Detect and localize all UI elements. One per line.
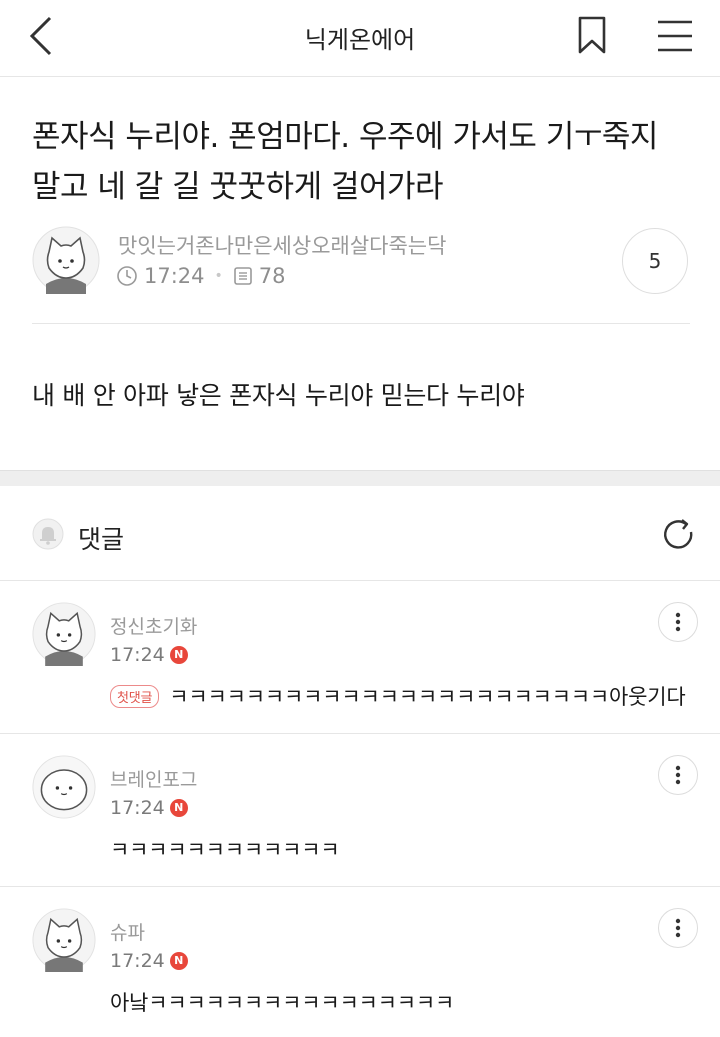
new-badge: N (169, 952, 188, 970)
new-badge: N (169, 646, 188, 664)
first-comment-badge: 첫댓글 (110, 684, 160, 708)
bookmark-button[interactable] (570, 12, 614, 58)
top-bar: 닉게온에어 (0, 0, 720, 77)
comment-body: 아낰ㅋㅋㅋㅋㅋㅋㅋㅋㅋㅋㅋㅋㅋㅋㅋㅋ (110, 991, 455, 1015)
comment-body: ㅋㅋㅋㅋㅋㅋㅋㅋㅋㅋㅋㅋ (110, 838, 340, 862)
refresh-icon (664, 519, 693, 549)
new-badge: N (169, 799, 188, 817)
round-face-avatar-icon (32, 755, 96, 819)
author-avatar[interactable] (32, 226, 100, 294)
cat-avatar-icon (32, 602, 96, 666)
post-title: 폰자식 누리야. 폰엄마다. 우주에 가서도 기ㅜ죽지 말고 네 갈 길 꿋꿋하… (32, 119, 658, 205)
comment-text: 첫댓글 ㅋㅋㅋㅋㅋㅋㅋㅋㅋㅋㅋㅋㅋㅋㅋㅋㅋㅋㅋㅋㅋㅋㅋ아웃기다 (110, 681, 686, 711)
more-vertical-icon (675, 612, 681, 632)
comment-time-text: 17:24 (110, 950, 165, 972)
comment-more-button[interactable] (658, 755, 698, 795)
view-count-icon (233, 267, 252, 285)
comment-time: 17:24 N (110, 950, 188, 972)
cat-avatar-icon (32, 226, 100, 294)
commenter-avatar[interactable] (32, 602, 96, 666)
post-time: 17:24 (144, 264, 205, 288)
clock-icon (117, 266, 137, 286)
commenter-name[interactable]: 브레인포그 (110, 765, 197, 792)
comment-text: 아낰ㅋㅋㅋㅋㅋㅋㅋㅋㅋㅋㅋㅋㅋㅋㅋㅋ (110, 987, 454, 1017)
comment-item: 슈파 17:24 N 아낰ㅋㅋㅋㅋㅋㅋㅋㅋㅋㅋㅋㅋㅋㅋㅋㅋ (0, 886, 720, 1037)
hamburger-menu-icon (658, 20, 692, 52)
comments-title: 댓글 (78, 525, 125, 554)
comment-body: ㅋㅋㅋㅋㅋㅋㅋㅋㅋㅋㅋㅋㅋㅋㅋㅋㅋㅋㅋㅋㅋㅋㅋ아웃기다 (169, 685, 686, 709)
comment-time: 17:24 N (110, 644, 188, 666)
bell-button[interactable] (32, 518, 64, 550)
commenter-avatar[interactable] (32, 755, 96, 819)
refresh-button[interactable] (660, 516, 698, 554)
divider (32, 323, 690, 324)
section-divider (0, 470, 720, 486)
comments-header: 댓글 (0, 486, 720, 581)
commenter-name[interactable]: 슈파 (110, 918, 145, 945)
more-vertical-icon (675, 918, 681, 938)
bell-icon (32, 518, 64, 550)
post-body: 내 배 안 아파 낳은 폰자식 누리야 믿는다 누리야 (32, 381, 525, 410)
meta-separator: • (214, 268, 223, 284)
author-name[interactable]: 맛잇는거존나만은세상오래살다죽는닥 (118, 230, 446, 260)
comment-time-text: 17:24 (110, 644, 165, 666)
comment-more-button[interactable] (658, 908, 698, 948)
commenter-name[interactable]: 정신초기화 (110, 612, 197, 639)
commenter-avatar[interactable] (32, 908, 96, 972)
post-meta: 17:24 • 78 (116, 264, 286, 288)
comment-text: ㅋㅋㅋㅋㅋㅋㅋㅋㅋㅋㅋㅋ (110, 834, 340, 864)
comment-more-button[interactable] (658, 602, 698, 642)
view-count: 78 (258, 264, 286, 288)
cat-avatar-icon (32, 908, 96, 972)
comment-time-text: 17:24 (110, 797, 165, 819)
comment-time: 17:24 N (110, 797, 188, 819)
comment-item: 브레인포그 17:24 N ㅋㅋㅋㅋㅋㅋㅋㅋㅋㅋㅋㅋ (0, 733, 720, 887)
comment-count-button[interactable]: 5 (622, 228, 688, 294)
bookmark-icon (578, 16, 606, 54)
comment-item: 정신초기화 17:24 N 첫댓글 ㅋㅋㅋㅋㅋㅋㅋㅋㅋㅋㅋㅋㅋㅋㅋㅋㅋㅋㅋㅋㅋㅋ… (0, 580, 720, 734)
more-vertical-icon (675, 765, 681, 785)
menu-button[interactable] (652, 14, 698, 58)
